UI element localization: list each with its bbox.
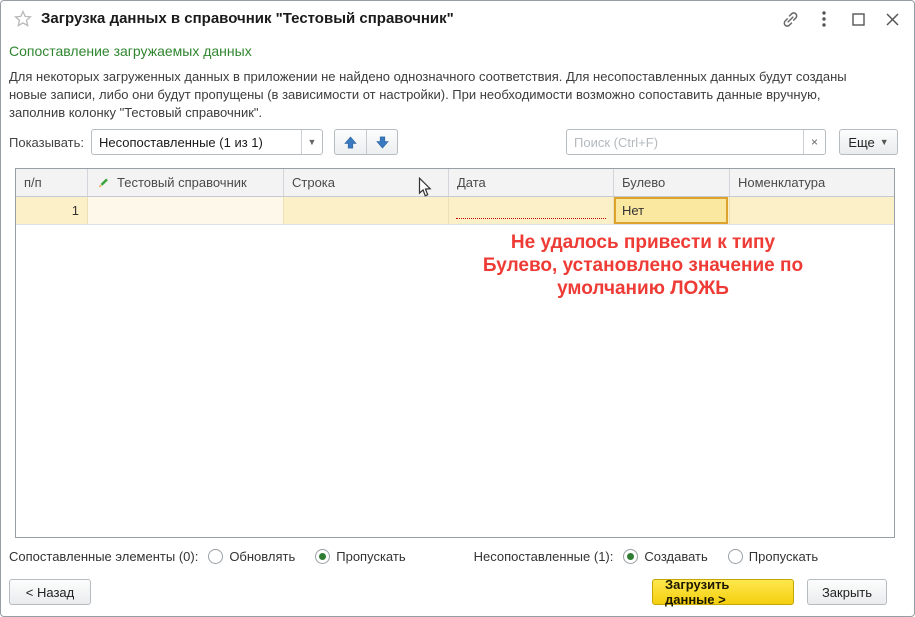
chevron-down-icon: ▼: [880, 137, 889, 147]
close-icon[interactable]: [880, 8, 904, 30]
column-header-test-ref[interactable]: Тестовый справочник: [88, 169, 284, 196]
move-up-button[interactable]: [335, 130, 366, 154]
search-input[interactable]: [567, 130, 803, 154]
load-data-button[interactable]: Загрузить данные >: [652, 579, 794, 605]
filter-dropdown-value: Несопоставленные (1 из 1): [92, 135, 301, 150]
page-subtitle: Сопоставление загружаемых данных: [9, 43, 252, 59]
cell-test-ref[interactable]: [88, 197, 284, 224]
radio-unmatched-create[interactable]: Создавать: [623, 549, 707, 564]
column-header-boolean[interactable]: Булево: [614, 169, 730, 196]
show-label: Показывать:: [9, 135, 84, 150]
cell-date[interactable]: [449, 197, 614, 224]
error-underline: [456, 218, 606, 219]
error-annotation-line2: Булево, установлено значение по: [447, 254, 839, 277]
more-button[interactable]: Еще ▼: [839, 129, 898, 155]
filter-dropdown[interactable]: Несопоставленные (1 из 1) ▼: [91, 129, 323, 155]
maximize-icon[interactable]: [846, 8, 870, 30]
back-button[interactable]: < Назад: [9, 579, 91, 605]
more-button-label: Еще: [848, 135, 874, 150]
radio-circle-icon: [728, 549, 743, 564]
footer-options: Сопоставленные элементы (0): Обновлять П…: [9, 549, 838, 564]
chevron-down-icon[interactable]: ▼: [301, 130, 322, 154]
move-buttons: [334, 129, 398, 155]
error-annotation: Не удалось привести к типу Булево, устан…: [447, 231, 839, 300]
unmatched-label: Несопоставленные (1):: [474, 549, 614, 564]
radio-circle-icon: [208, 549, 223, 564]
description-text: Для некоторых загруженных данных в прило…: [9, 68, 869, 122]
close-button[interactable]: Закрыть: [807, 579, 887, 605]
cell-string[interactable]: [284, 197, 449, 224]
column-header-string[interactable]: Строка: [284, 169, 449, 196]
radio-circle-icon: [623, 549, 638, 564]
column-header-nomenclature[interactable]: Номенклатура: [730, 169, 894, 196]
table-row[interactable]: 1 Нет: [16, 197, 894, 225]
window: Загрузка данных в справочник "Тестовый с…: [0, 0, 915, 617]
favorite-star-icon[interactable]: [13, 9, 33, 29]
radio-unmatched-skip[interactable]: Пропускать: [728, 549, 818, 564]
cell-nomenclature[interactable]: [730, 197, 894, 224]
column-header-date[interactable]: Дата: [449, 169, 614, 196]
radio-circle-icon: [315, 549, 330, 564]
toolbar: Показывать: Несопоставленные (1 из 1) ▼ …: [1, 129, 915, 155]
table-header-row: п/п Тестовый справочник Строка Дата Буле…: [16, 169, 894, 197]
move-down-button[interactable]: [366, 130, 397, 154]
matched-label: Сопоставленные элементы (0):: [9, 549, 198, 564]
window-title: Загрузка данных в справочник "Тестовый с…: [41, 10, 454, 27]
search-clear-icon[interactable]: ×: [803, 130, 825, 154]
column-header-num[interactable]: п/п: [16, 169, 88, 196]
cell-boolean[interactable]: Нет: [614, 197, 730, 224]
titlebar: Загрузка данных в справочник "Тестовый с…: [1, 1, 914, 37]
cell-row-number[interactable]: 1: [16, 197, 88, 224]
search-box: ×: [566, 129, 826, 155]
link-icon[interactable]: [778, 8, 802, 30]
radio-matched-skip[interactable]: Пропускать: [315, 549, 405, 564]
error-annotation-line3: умолчанию ЛОЖЬ: [447, 277, 839, 300]
pencil-icon: [96, 176, 110, 190]
mapping-table: п/п Тестовый справочник Строка Дата Буле…: [15, 168, 895, 538]
selected-cell-boolean[interactable]: Нет: [614, 197, 728, 224]
error-annotation-line1: Не удалось привести к типу: [447, 231, 839, 254]
menu-kebab-icon[interactable]: [812, 8, 836, 30]
radio-matched-update[interactable]: Обновлять: [208, 549, 295, 564]
